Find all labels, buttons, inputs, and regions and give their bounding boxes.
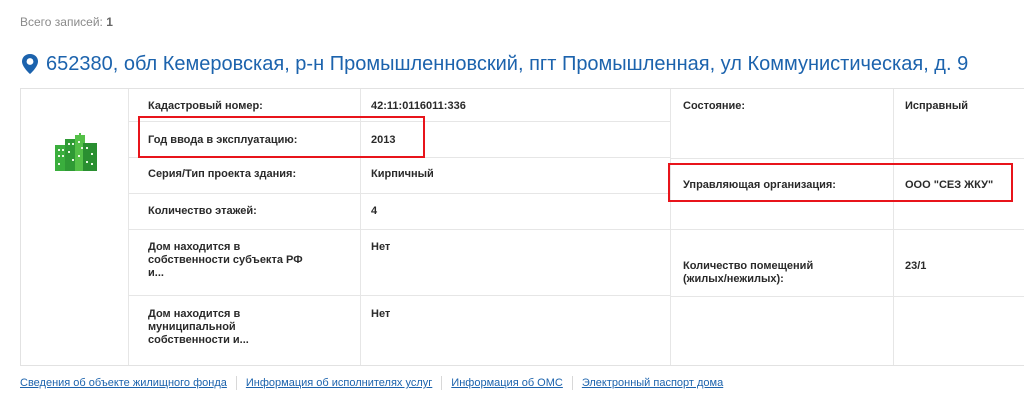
address-text: 652380, обл Кемеровская, р-н Промышленно… <box>46 53 969 75</box>
location-pin-icon <box>22 54 38 74</box>
subject-ownership-label: Дом находится в собственности субъекта Р… <box>148 241 303 279</box>
building-series-value: Кирпичный <box>371 168 434 180</box>
condition-value: Исправный <box>905 100 969 112</box>
building-series-label: Серия/Тип проекта здания: <box>148 168 297 180</box>
records-count-label: Всего записей: <box>20 15 103 29</box>
footer-links: Сведения об объекте жилищного фонда Инфо… <box>20 376 723 390</box>
divider <box>128 193 670 194</box>
municipal-ownership-value: Нет <box>371 308 391 320</box>
link-electronic-passport[interactable]: Электронный паспорт дома <box>582 377 723 389</box>
highlight-box <box>138 116 425 158</box>
municipal-ownership-label: Дом находится в муниципальной собственно… <box>148 308 249 346</box>
divider <box>670 229 1024 230</box>
link-oms-info[interactable]: Информация об ОМС <box>451 377 563 389</box>
divider <box>670 89 671 365</box>
divider <box>441 376 443 390</box>
records-count-value: 1 <box>106 15 113 29</box>
house-address-link[interactable]: 652380, обл Кемеровская, р-н Промышленно… <box>20 52 968 76</box>
condition-label: Состояние: <box>683 100 746 112</box>
divider <box>235 376 237 390</box>
divider <box>893 89 894 365</box>
premises-count-value: 23/1 <box>905 260 927 272</box>
floors-count-value: 4 <box>371 205 378 217</box>
link-housing-fund-info[interactable]: Сведения об объекте жилищного фонда <box>20 377 227 389</box>
divider <box>128 229 670 230</box>
link-service-providers-info[interactable]: Информация об исполнителях услуг <box>246 377 432 389</box>
divider <box>670 158 1024 159</box>
records-count: Всего записей: 1 <box>20 15 113 29</box>
highlight-box <box>668 163 1013 202</box>
subject-ownership-value: Нет <box>371 241 391 253</box>
building-icon <box>55 133 97 171</box>
cadastral-number-value: 42:11:0116011:336 <box>371 100 466 112</box>
divider <box>128 295 670 296</box>
divider <box>128 89 129 365</box>
floors-count-label: Количество этажей: <box>148 205 257 217</box>
premises-count-label: Количество помещений (жилых/нежилых): <box>683 260 814 285</box>
divider <box>670 296 1024 297</box>
divider <box>571 376 573 390</box>
cadastral-number-label: Кадастровый номер: <box>148 100 263 112</box>
